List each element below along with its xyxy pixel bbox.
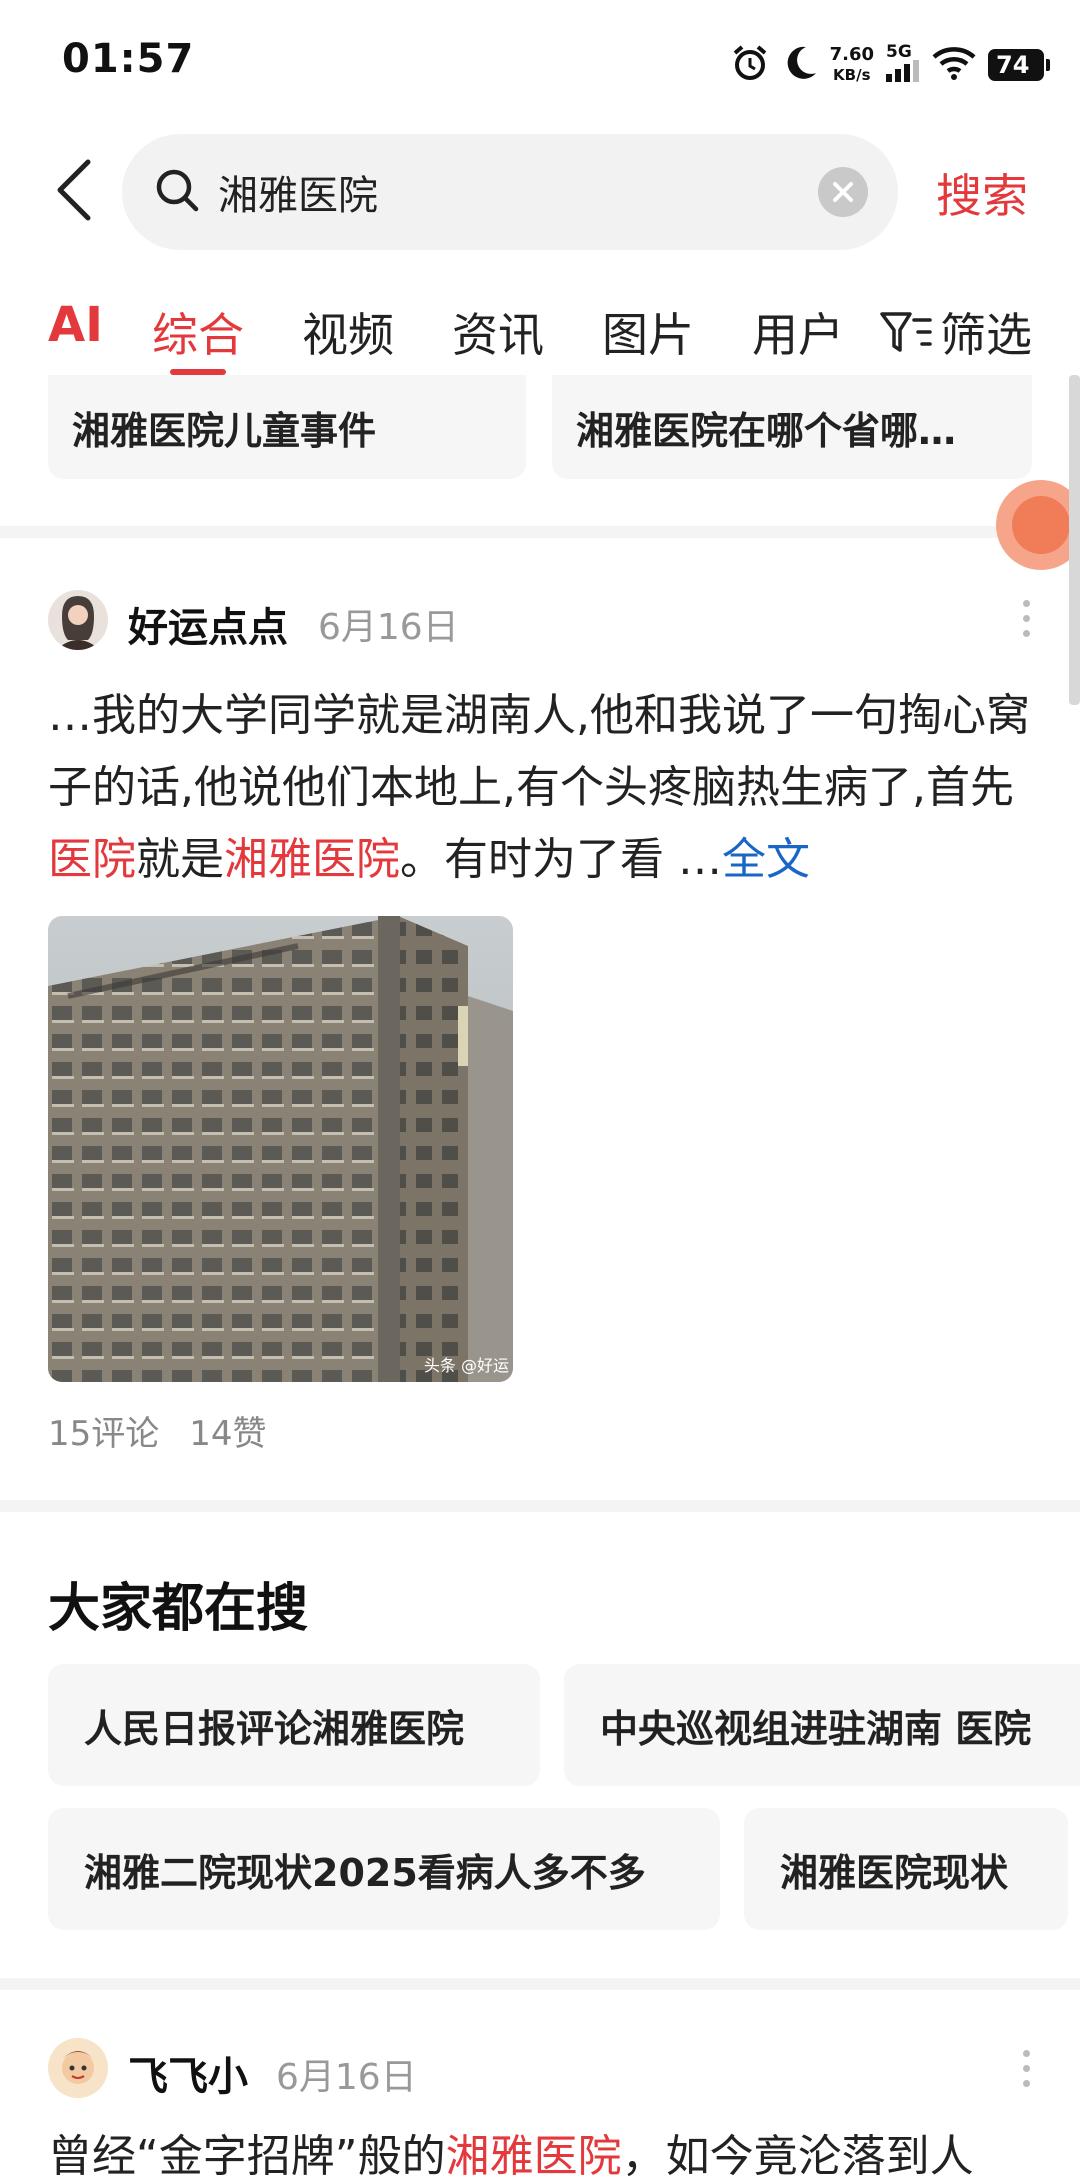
hot-search-chip[interactable]: 人民日报评论湘雅医院 — [48, 1664, 540, 1786]
search-button[interactable]: 搜索 — [936, 160, 1028, 226]
suggestion-chip[interactable]: 湘雅医院在哪个省哪… — [552, 375, 1032, 479]
full-text-link[interactable]: 全文 — [722, 834, 810, 885]
wifi-icon — [932, 46, 976, 84]
signal-group: 5G — [886, 44, 920, 86]
post-body[interactable]: …我的大学同学就是湖南人,他和我说了一句掏心窝子的话,他说他们本地上,有个头疼脑… — [48, 680, 1038, 896]
status-icons: 7.60 KB/s 5G 74 — [730, 40, 1050, 90]
back-button[interactable] — [44, 150, 104, 230]
tab-users[interactable]: 用户 — [752, 299, 844, 365]
post-author[interactable]: 飞飞小 — [128, 2044, 248, 2102]
search-input[interactable]: 湘雅医院 — [122, 134, 898, 250]
network-type: 5G — [886, 42, 912, 62]
tab-all[interactable]: 综合 — [152, 299, 244, 365]
search-query-text[interactable]: 湘雅医院 — [218, 163, 818, 221]
tab-ai[interactable]: AI — [48, 297, 103, 353]
section-divider — [0, 526, 1080, 538]
clear-icon — [833, 182, 853, 202]
alarm-icon — [730, 43, 770, 87]
post-body[interactable]: 曾经“金字招牌”般的湘雅医院，如今竟沦落到人 — [48, 2120, 974, 2184]
more-options-icon[interactable] — [1020, 600, 1032, 637]
moon-icon — [782, 43, 818, 87]
battery-icon: 74 — [988, 49, 1050, 81]
search-icon — [154, 167, 200, 217]
tab-news[interactable]: 资讯 — [452, 299, 544, 365]
section-divider — [0, 1978, 1080, 1990]
post-date: 6月16日 — [318, 607, 459, 648]
status-bar: 01:57 7.60 KB/s 5G 74 — [0, 0, 1080, 120]
filter-label: 筛选 — [940, 308, 1032, 362]
section-divider — [0, 1500, 1080, 1512]
post-author[interactable]: 好运点点 — [128, 595, 288, 653]
hot-search-chip[interactable]: 中央巡视组进驻湖南 医院 — [564, 1664, 1080, 1786]
like-count[interactable]: 14赞 — [189, 1406, 266, 1455]
signal-icon — [886, 60, 920, 86]
post-stats: 15评论 14赞 — [48, 1406, 267, 1455]
scrollbar[interactable] — [1069, 375, 1080, 705]
post-date: 6月16日 — [276, 2057, 417, 2098]
tab-images[interactable]: 图片 — [602, 299, 694, 365]
avatar[interactable] — [48, 590, 108, 650]
status-time: 01:57 — [62, 36, 195, 82]
post-image[interactable]: 头条 @好运 — [48, 916, 513, 1382]
hot-search-chip[interactable]: 湘雅医院现状 — [744, 1808, 1068, 1930]
image-watermark: 头条 @好运 — [423, 1356, 509, 1375]
avatar[interactable] — [48, 2038, 108, 2098]
hot-search-chip[interactable]: 湘雅二院现状2025看病人多不多 — [48, 1808, 720, 1930]
more-options-icon[interactable] — [1020, 2050, 1032, 2087]
filter-icon — [880, 312, 932, 352]
hot-searches-title: 大家都在搜 — [48, 1579, 309, 1639]
back-icon — [57, 159, 91, 221]
tab-video[interactable]: 视频 — [302, 299, 394, 365]
filter-button[interactable]: 筛选 — [864, 299, 1032, 365]
play-icon — [1012, 496, 1070, 554]
comment-count[interactable]: 15评论 — [48, 1406, 159, 1455]
tab-bar: AI 综合 视频 资讯 图片 用户 筛选 — [0, 285, 1080, 375]
floating-video-button[interactable] — [996, 480, 1080, 570]
suggestion-chip[interactable]: 湘雅医院儿童事件 — [48, 375, 526, 479]
clear-button[interactable] — [818, 167, 868, 217]
net-speed: 7.60 KB/s — [829, 44, 874, 85]
